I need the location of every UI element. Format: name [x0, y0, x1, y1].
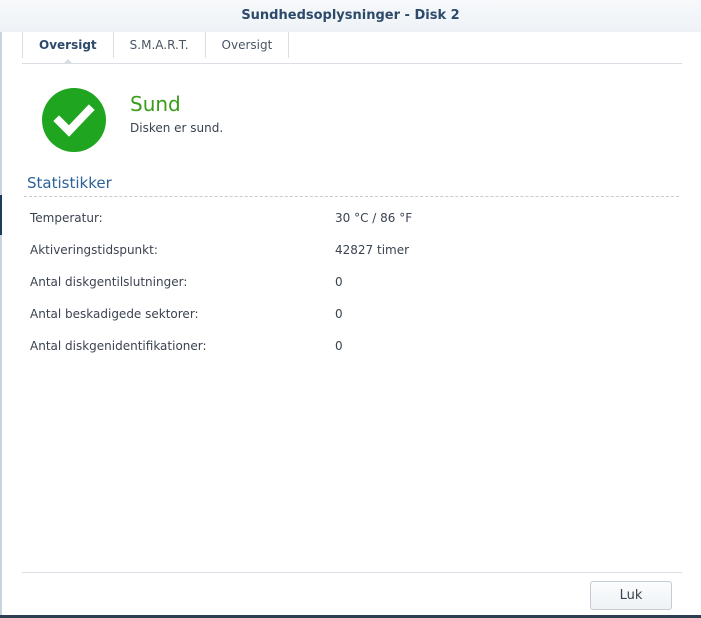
window-title: Sundhedsoplysninger - Disk 2: [0, 0, 701, 32]
status-description: Disken er sund.: [130, 121, 224, 135]
stat-value: 0: [335, 339, 343, 353]
tab-overview-2[interactable]: Oversigt: [206, 32, 290, 58]
stat-row-reidentifications: Antal diskgenidentifikationer: 0: [30, 339, 670, 353]
divider: [24, 196, 679, 197]
stat-row-temperature: Temperatur: 30 °C / 86 °F: [30, 211, 670, 225]
stat-label: Antal diskgentilslutninger:: [30, 275, 188, 289]
stat-value: 0: [335, 307, 343, 321]
tab-overview[interactable]: Oversigt: [22, 32, 114, 64]
window-edge: [0, 0, 2, 618]
stat-label: Aktiveringstidspunkt:: [30, 243, 158, 257]
stat-label: Antal beskadigede sektorer:: [30, 307, 199, 321]
stat-value: 30 °C / 86 °F: [335, 211, 413, 225]
stat-row-reconnections: Antal diskgentilslutninger: 0: [30, 275, 670, 289]
footer-divider: [22, 572, 682, 573]
stat-label: Temperatur:: [30, 211, 103, 225]
close-button[interactable]: Luk: [590, 581, 672, 610]
tab-bar: Oversigt S.M.A.R.T. Oversigt: [22, 32, 682, 64]
stat-value: 0: [335, 275, 343, 289]
stat-row-power-on-time: Aktiveringstidspunkt: 42827 timer: [30, 243, 670, 257]
stat-value: 42827 timer: [335, 243, 410, 257]
status-title: Sund: [130, 92, 181, 116]
check-circle-icon: [42, 88, 106, 152]
stat-label: Antal diskgenidentifikationer:: [30, 339, 207, 353]
tab-smart[interactable]: S.M.A.R.T.: [114, 32, 206, 58]
stat-row-bad-sectors: Antal beskadigede sektorer: 0: [30, 307, 670, 321]
statistics-heading: Statistikker: [27, 174, 112, 192]
